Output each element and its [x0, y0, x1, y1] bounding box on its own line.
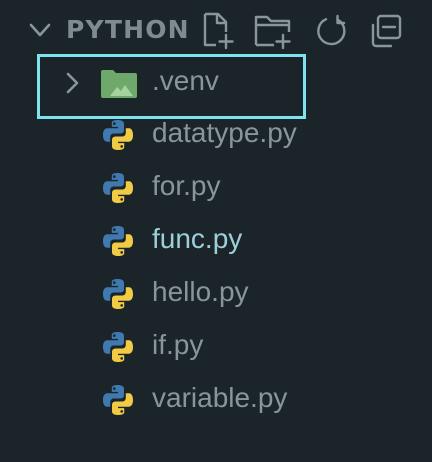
tree-item-label: variable.py: [152, 382, 288, 413]
python-icon: [103, 332, 133, 362]
python-icon: [103, 173, 133, 203]
new-file-icon: [203, 12, 234, 50]
explorer-panel: PYTHON .venv datatype.py for.py func.py …: [0, 0, 432, 462]
tree-item-file[interactable]: for.py: [0, 160, 432, 213]
tree-item-file[interactable]: func.py: [0, 213, 432, 266]
chevron-down-icon[interactable]: [26, 16, 54, 44]
new-folder-icon: [254, 15, 291, 50]
tree-item-label: hello.py: [152, 276, 249, 307]
tree-item-label: func.py: [152, 223, 243, 254]
python-icon: [103, 279, 133, 309]
folder-icon: [101, 70, 137, 98]
section-title: PYTHON: [66, 15, 190, 44]
tree-item-label: for.py: [152, 170, 221, 201]
tree-item-file[interactable]: variable.py: [0, 372, 432, 425]
refresh-icon: [317, 14, 346, 46]
python-icon: [103, 385, 133, 415]
tree-item-label: .venv: [152, 65, 219, 96]
new-file-button[interactable]: [197, 11, 237, 51]
tree-item-label: datatype.py: [152, 117, 297, 148]
tree-item-file[interactable]: datatype.py: [0, 107, 432, 160]
collapse-all-icon: [371, 14, 402, 48]
chevron-right-icon[interactable]: [60, 69, 84, 97]
python-icon: [103, 120, 133, 150]
tree-item-label: if.py: [152, 329, 204, 360]
explorer-section-header[interactable]: PYTHON: [0, 0, 432, 58]
tree-item-venv[interactable]: .venv: [0, 55, 432, 108]
tree-item-file[interactable]: if.py: [0, 319, 432, 372]
tree-item-file[interactable]: hello.py: [0, 266, 432, 319]
refresh-button[interactable]: [311, 11, 351, 51]
new-folder-button[interactable]: [253, 11, 293, 51]
python-icon: [103, 226, 133, 256]
collapse-all-button[interactable]: [366, 11, 406, 51]
